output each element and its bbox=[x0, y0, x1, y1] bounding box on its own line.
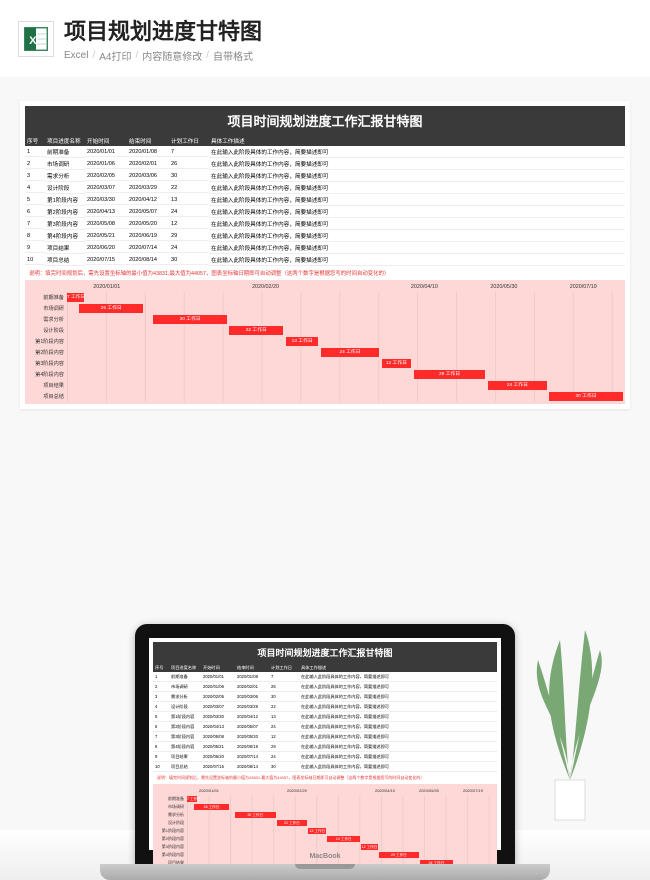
note-text: 说明：填完时间规划后，需先设置坐标轴的最小值为43831,最大值为44057，图… bbox=[153, 772, 497, 784]
table-row: 10项目总结2020/07/152020/08/1430在此输入此阶段具体的工作… bbox=[25, 254, 625, 266]
svg-text:X: X bbox=[29, 35, 37, 47]
page-header: X 项目规划进度甘特图 Excel/ A4打印/ 内容随意修改/ 自带格式 bbox=[0, 0, 650, 77]
table-row: 7第3阶段内容2020/05/082020/05/2012在此输入此阶段具体的工… bbox=[25, 218, 625, 230]
table-row: 1前期准备2020/01/012020/01/087在此输入此阶段具体的工作内容… bbox=[153, 672, 497, 682]
gantt-bar: 30 工作日 bbox=[153, 315, 227, 324]
col-header: 计划工作日 bbox=[169, 135, 209, 146]
table-row: 9项目结果2020/06/202020/07/1424在此输入此阶段具体的工作内… bbox=[153, 752, 497, 762]
table-row: 2市场调研2020/01/062020/02/0126在此输入此阶段具体的工作内… bbox=[25, 158, 625, 170]
gantt-bar: 26 工作日 bbox=[79, 304, 143, 313]
gantt-bar: 13 工作日 bbox=[308, 828, 326, 834]
gantt-row: 第3阶段内容12 工作日 bbox=[155, 843, 495, 851]
col-header: 具体工作描述 bbox=[209, 135, 625, 146]
laptop-mockup: 项目时间规划进度工作汇报甘特图序号项目进度名称开始时间结束时间计划工作日具体工作… bbox=[100, 624, 550, 880]
table-row: 6第2阶段内容2020/04/132020/05/0724在此输入此阶段具体的工… bbox=[25, 206, 625, 218]
col-header: 序号 bbox=[153, 663, 169, 672]
table-row: 1前期准备2020/01/012020/01/087在此输入此阶段具体的工作内容… bbox=[25, 146, 625, 158]
col-header: 开始时间 bbox=[201, 663, 235, 672]
gantt-bar: 29 工作日 bbox=[414, 370, 485, 379]
gantt-row: 设计阶段22 工作日 bbox=[155, 819, 495, 827]
laptop-screen: 项目时间规划进度工作汇报甘特图序号项目进度名称开始时间结束时间计划工作日具体工作… bbox=[149, 638, 501, 850]
table-row: 5第1阶段内容2020/03/302020/04/1213在此输入此阶段具体的工… bbox=[25, 194, 625, 206]
col-header: 开始时间 bbox=[85, 135, 127, 146]
meta-editable: 内容随意修改 bbox=[142, 48, 202, 63]
meta-format: Excel bbox=[64, 50, 88, 61]
gantt-row: 前期准备7 工作日 bbox=[155, 795, 495, 803]
table-row: 2市场调研2020/01/062020/02/0126在此输入此阶段具体的工作内… bbox=[153, 682, 497, 692]
gantt-bar: 7 工作日 bbox=[67, 293, 84, 302]
gantt-bar: 22 工作日 bbox=[229, 326, 283, 335]
note-text: 说明：填完时间规划后，需先设置坐标轴的最小值为43831,最大值为44057，图… bbox=[25, 266, 625, 280]
gantt-bar: 30 工作日 bbox=[549, 392, 623, 401]
gantt-bar: 12 工作日 bbox=[382, 359, 411, 368]
table-row: 5第1阶段内容2020/03/302020/04/1213在此输入此阶段具体的工… bbox=[153, 712, 497, 722]
table-row: 3需求分析2020/02/052020/03/0630在此输入此阶段具体的工作内… bbox=[153, 692, 497, 702]
gantt-row: 第2阶段内容24 工作日 bbox=[27, 347, 623, 358]
table-row: 7第3阶段内容2020/05/082020/05/2012在此输入此阶段具体的工… bbox=[153, 732, 497, 742]
gantt-row: 第1阶段内容13 工作日 bbox=[155, 827, 495, 835]
table-row: 6第2阶段内容2020/04/132020/05/0724在此输入此阶段具体的工… bbox=[153, 722, 497, 732]
gantt-bar: 30 工作日 bbox=[235, 812, 276, 818]
table-row: 4设计阶段2020/03/072020/03/2922在此输入此阶段具体的工作内… bbox=[25, 182, 625, 194]
laptop-bezel: 项目时间规划进度工作汇报甘特图序号项目进度名称开始时间结束时间计划工作日具体工作… bbox=[135, 624, 515, 864]
gantt-axis: 2020/01/012020/02/202020/04/102020/05/30… bbox=[155, 786, 495, 795]
table-row: 8第4阶段内容2020/05/212020/06/1929在此输入此阶段具体的工… bbox=[153, 742, 497, 752]
col-header: 项目进度名称 bbox=[169, 663, 201, 672]
gantt-bar: 26 工作日 bbox=[194, 804, 229, 810]
laptop-base: MacBook bbox=[100, 864, 550, 880]
col-header: 具体工作描述 bbox=[299, 663, 497, 672]
col-header: 序号 bbox=[25, 135, 45, 146]
col-header: 计划工作日 bbox=[269, 663, 299, 672]
gantt-bar: 29 工作日 bbox=[379, 852, 418, 858]
gantt-row: 需求分析30 工作日 bbox=[155, 811, 495, 819]
gantt-row: 前期准备7 工作日 bbox=[27, 292, 623, 303]
table-row: 3需求分析2020/02/052020/03/0630在此输入此阶段具体的工作内… bbox=[25, 170, 625, 182]
meta-styled: 自带格式 bbox=[213, 48, 253, 63]
laptop-scene: 项目时间规划进度工作汇报甘特图序号项目进度名称开始时间结束时间计划工作日具体工作… bbox=[0, 510, 650, 880]
table-row: 8第4阶段内容2020/05/212020/06/1929在此输入此阶段具体的工… bbox=[25, 230, 625, 242]
gantt-axis: 2020/01/012020/02/202020/04/102020/05/30… bbox=[27, 282, 623, 292]
gantt-row: 第4阶段内容29 工作日 bbox=[27, 369, 623, 380]
table-header-row: 序号项目进度名称开始时间结束时间计划工作日具体工作描述 bbox=[25, 135, 625, 146]
gantt-bar: 24 工作日 bbox=[327, 836, 360, 842]
gantt-row: 设计阶段22 工作日 bbox=[27, 325, 623, 336]
table-row: 10项目总结2020/07/152020/08/1430在此输入此阶段具体的工作… bbox=[153, 762, 497, 772]
template-subtitle: Excel/ A4打印/ 内容随意修改/ 自带格式 bbox=[64, 48, 632, 63]
preview-card-large: 项目时间规划进度工作汇报甘特图序号项目进度名称开始时间结束时间计划工作日具体工作… bbox=[20, 101, 630, 409]
gantt-row: 需求分析30 工作日 bbox=[27, 314, 623, 325]
gantt-row: 市场调研26 工作日 bbox=[155, 803, 495, 811]
table-row: 9项目结果2020/06/202020/07/1424在此输入此阶段具体的工作内… bbox=[25, 242, 625, 254]
gantt-row: 市场调研26 工作日 bbox=[27, 303, 623, 314]
gantt-row: 第1阶段内容13 工作日 bbox=[27, 336, 623, 347]
gantt-row: 项目结果24 工作日 bbox=[27, 380, 623, 391]
gantt-bar: 13 工作日 bbox=[286, 337, 318, 346]
gantt-row: 第3阶段内容12 工作日 bbox=[27, 358, 623, 369]
table-row: 4设计阶段2020/03/072020/03/2922在此输入此阶段具体的工作内… bbox=[153, 702, 497, 712]
gantt-row: 项目总结30 工作日 bbox=[27, 391, 623, 402]
gantt-row: 第2阶段内容24 工作日 bbox=[155, 835, 495, 843]
template-title: 项目规划进度甘特图 bbox=[64, 14, 632, 46]
laptop-brand-label: MacBook bbox=[309, 853, 340, 860]
gantt-bar: 12 工作日 bbox=[361, 844, 377, 850]
sheet-title: 项目时间规划进度工作汇报甘特图 bbox=[153, 642, 497, 663]
meta-print: A4打印 bbox=[99, 48, 131, 63]
table-header-row: 序号项目进度名称开始时间结束时间计划工作日具体工作描述 bbox=[153, 663, 497, 672]
col-header: 结束时间 bbox=[127, 135, 169, 146]
col-header: 项目进度名称 bbox=[45, 135, 85, 146]
excel-icon: X bbox=[18, 21, 54, 57]
gantt-bar: 22 工作日 bbox=[277, 820, 307, 826]
gantt-bar: 24 工作日 bbox=[488, 381, 547, 390]
col-header: 结束时间 bbox=[235, 663, 269, 672]
gantt-bar: 24 工作日 bbox=[321, 348, 380, 357]
gantt-bar: 7 工作日 bbox=[187, 796, 197, 802]
gantt-chart: 2020/01/012020/02/202020/04/102020/05/30… bbox=[25, 280, 625, 404]
spreadsheet: 项目时间规划进度工作汇报甘特图序号项目进度名称开始时间结束时间计划工作日具体工作… bbox=[25, 106, 625, 404]
sheet-title: 项目时间规划进度工作汇报甘特图 bbox=[25, 106, 625, 135]
